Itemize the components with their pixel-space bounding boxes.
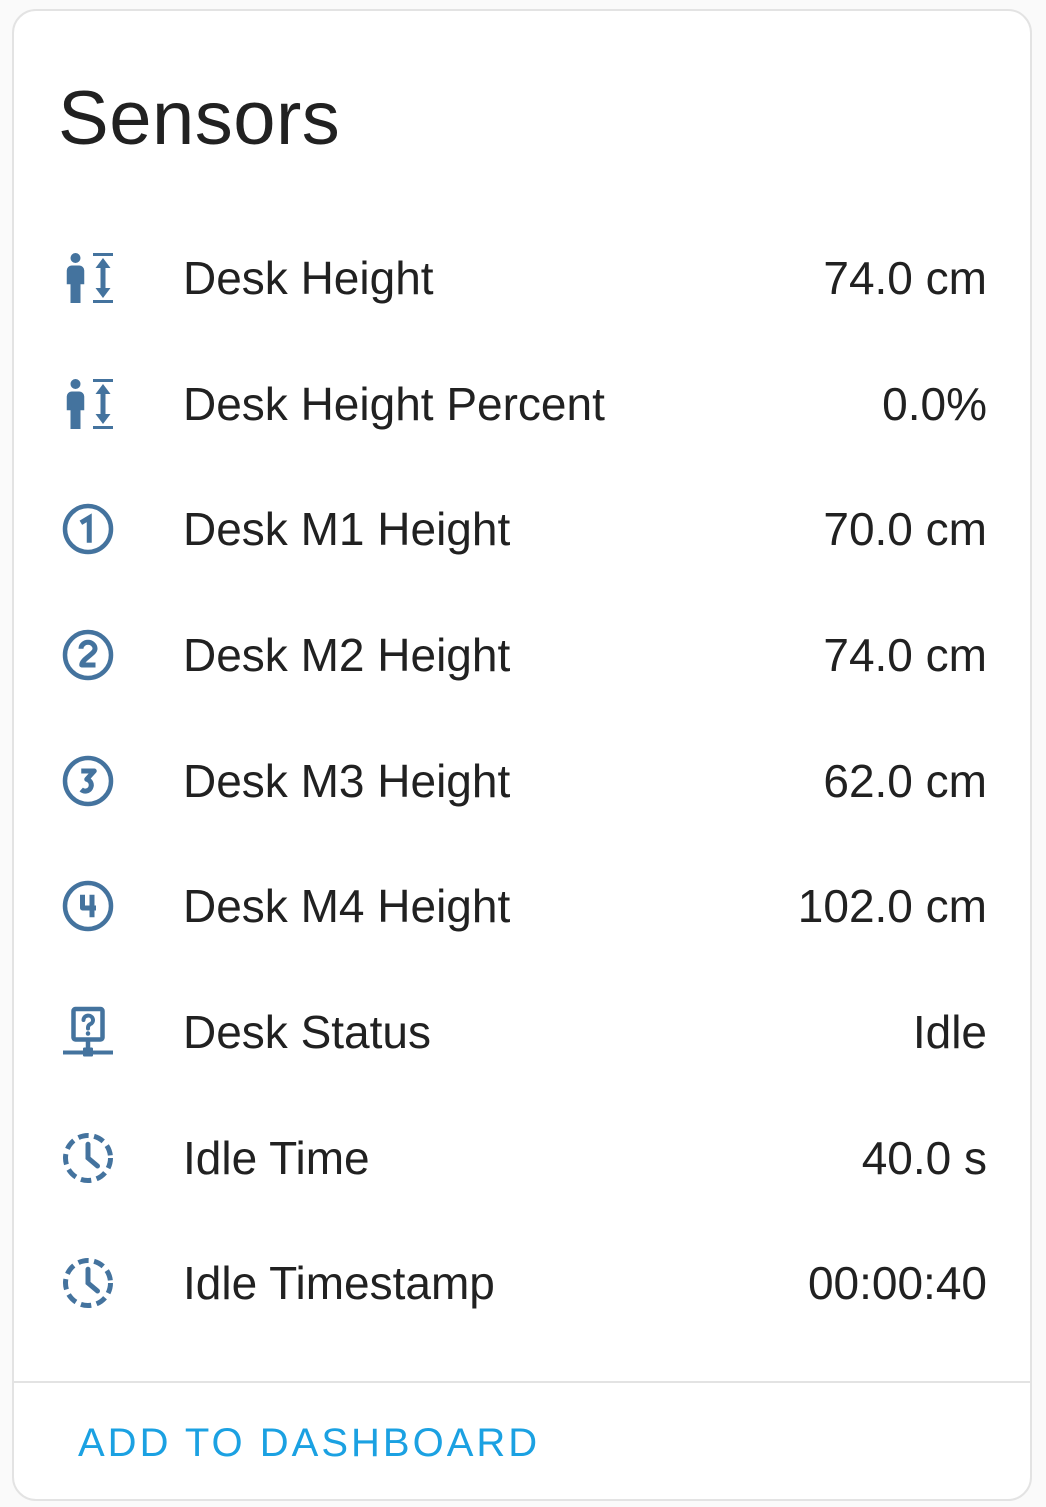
sensor-name: Idle Timestamp: [183, 1257, 495, 1310]
card-title: Sensors: [58, 76, 341, 161]
sensor-row-desk-m3-height[interactable]: Desk M3 Height 62.0 cm: [14, 718, 1030, 844]
clock-dashed-icon: [58, 1253, 118, 1313]
card-actions-divider: [14, 1381, 1030, 1383]
sensor-row-desk-height[interactable]: Desk Height 74.0 cm: [14, 215, 1030, 341]
numeric-4-circle-icon: [58, 876, 118, 936]
sensor-row-desk-m1-height[interactable]: Desk M1 Height 70.0 cm: [14, 466, 1030, 592]
add-to-dashboard-button[interactable]: ADD TO DASHBOARD: [78, 1421, 540, 1466]
sensor-row-idle-time[interactable]: Idle Time 40.0 s: [14, 1095, 1030, 1221]
sensor-list: Desk Height 74.0 cm Desk Height Percent …: [14, 215, 1030, 1346]
sensor-name: Desk Status: [183, 1005, 431, 1058]
numeric-1-circle-icon: [58, 499, 118, 559]
sensor-row-desk-m2-height[interactable]: Desk M2 Height 74.0 cm: [14, 592, 1030, 718]
sensor-value: 40.0 s: [861, 1131, 987, 1184]
sensor-name: Desk Height: [183, 251, 434, 304]
sensor-row-idle-timestamp[interactable]: Idle Timestamp 00:00:40: [14, 1221, 1030, 1347]
sensor-value: 74.0 cm: [823, 628, 987, 681]
numeric-3-circle-icon: [58, 751, 118, 811]
human-male-height-icon: [58, 248, 118, 308]
sensor-name: Idle Time: [183, 1131, 370, 1184]
sensor-value: 74.0 cm: [823, 251, 987, 304]
sensor-value: 102.0 cm: [797, 880, 987, 933]
sensors-card: Sensors Desk Height 74.0 cm Desk Height …: [12, 9, 1032, 1501]
sensor-value: Idle: [912, 1005, 987, 1058]
sensor-value: 00:00:40: [807, 1257, 987, 1310]
sensor-name: Desk M2 Height: [183, 628, 511, 681]
help-network-icon: [58, 1002, 118, 1062]
sensor-value: 70.0 cm: [823, 503, 987, 556]
numeric-2-circle-icon: [58, 625, 118, 685]
sensor-row-desk-status[interactable]: Desk Status Idle: [14, 969, 1030, 1095]
clock-dashed-icon: [58, 1128, 118, 1188]
sensor-value: 0.0%: [882, 377, 987, 430]
sensor-name: Desk Height Percent: [183, 377, 605, 430]
sensor-row-desk-height-percent[interactable]: Desk Height Percent 0.0%: [14, 341, 1030, 467]
human-male-height-icon: [58, 374, 118, 434]
sensor-value: 62.0 cm: [823, 754, 987, 807]
sensor-name: Desk M1 Height: [183, 503, 511, 556]
sensor-name: Desk M3 Height: [183, 754, 511, 807]
sensor-name: Desk M4 Height: [183, 880, 511, 933]
sensor-row-desk-m4-height[interactable]: Desk M4 Height 102.0 cm: [14, 843, 1030, 969]
